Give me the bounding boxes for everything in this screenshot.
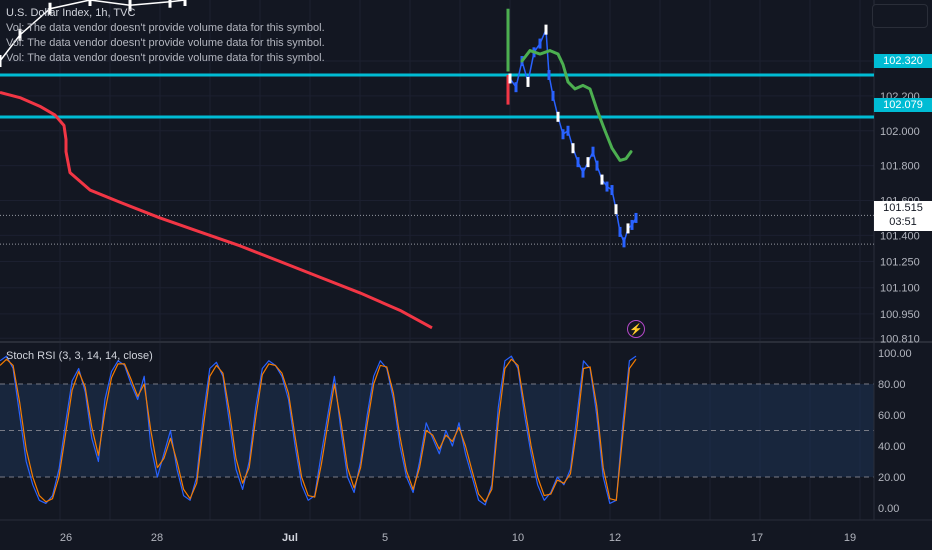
price-tick-3: 101.800 [880,161,920,173]
price-candle-25[interactable] [630,219,634,230]
early-candle-0[interactable] [0,55,2,68]
price-candle-3[interactable] [526,76,530,87]
chart-settings-button[interactable] [872,4,928,28]
price-tick-7: 101.100 [880,283,920,295]
price-candle-20[interactable] [610,185,614,196]
support-label-1: 102.320 [874,54,932,68]
price-candle-12[interactable] [571,143,575,154]
price-candle-1[interactable] [514,82,518,93]
green-indicator-curve[interactable] [520,49,633,162]
price-tick-8: 100.950 [880,309,920,321]
date-label-3: 5 [382,532,388,544]
price-candle-16[interactable] [591,146,595,157]
early-candle-5[interactable] [168,0,172,8]
date-label-6: 17 [751,532,763,544]
stoch-tick-0: 100.00 [878,348,912,360]
price-candle-19[interactable] [605,181,609,192]
stoch-tick-2: 60.00 [878,410,906,422]
lightning-icon[interactable]: ⚡ [627,320,645,338]
price-candle-7[interactable] [547,69,551,80]
price-candle-11[interactable] [566,125,570,136]
chart-canvas[interactable]: 102.400102.200102.000101.800101.600101.4… [0,0,932,550]
early-candle-3[interactable] [88,0,92,6]
price-candle-21[interactable] [614,204,618,215]
countdown-timer: 03:51 [889,216,917,228]
price-candle-13[interactable] [576,157,580,168]
volume-legend-1: Vol: The data vendor doesn't provide vol… [6,22,325,34]
red-indicator-curve[interactable] [0,90,433,330]
price-candle-24[interactable] [626,223,630,234]
date-label-5: 12 [609,532,621,544]
stoch-tick-4: 20.00 [878,472,906,484]
price-candle-22[interactable] [618,226,622,237]
price-tick-2: 102.000 [880,126,920,138]
stoch-tick-3: 40.00 [878,441,906,453]
date-label-4: 10 [512,532,524,544]
date-label-1: 28 [151,532,163,544]
date-label-7: 19 [844,532,856,544]
stoch-rsi-legend[interactable]: Stoch RSI (3, 3, 14, 14, close) [6,350,153,362]
early-candle-6[interactable] [183,0,187,6]
stoch-tick-5: 0.00 [878,503,899,515]
date-label-2: Jul [282,532,298,544]
price-candle-18[interactable] [600,174,604,185]
price-candle-26[interactable] [634,212,638,223]
price-candle-14[interactable] [581,167,585,178]
price-candle-0[interactable] [508,73,512,84]
volume-legend-3: Vol: The data vendor doesn't provide vol… [6,52,325,64]
price-candle-8[interactable] [551,90,555,101]
price-candle-10[interactable] [561,129,565,140]
volume-legend-2: Vol: The data vendor doesn't provide vol… [6,37,325,49]
symbol-legend[interactable]: U.S. Dollar Index, 1h, TVC [6,7,135,19]
price-candle-9[interactable] [556,111,560,122]
stoch-tick-1: 80.00 [878,379,906,391]
current-price-value: 101.515 [883,202,923,214]
price-tick-5: 101.400 [880,230,920,242]
support-label-2: 102.079 [874,98,932,112]
price-tick-9: 100.810 [880,333,920,345]
price-candle-5[interactable] [538,38,542,49]
price-candle-15[interactable] [586,157,590,168]
current-price-label: 101.515 03:51 [874,201,932,231]
price-candle-6[interactable] [544,24,548,35]
price-candle-17[interactable] [595,160,599,171]
price-tick-6: 101.250 [880,257,920,269]
price-candle-23[interactable] [622,237,626,248]
date-label-0: 26 [60,532,72,544]
